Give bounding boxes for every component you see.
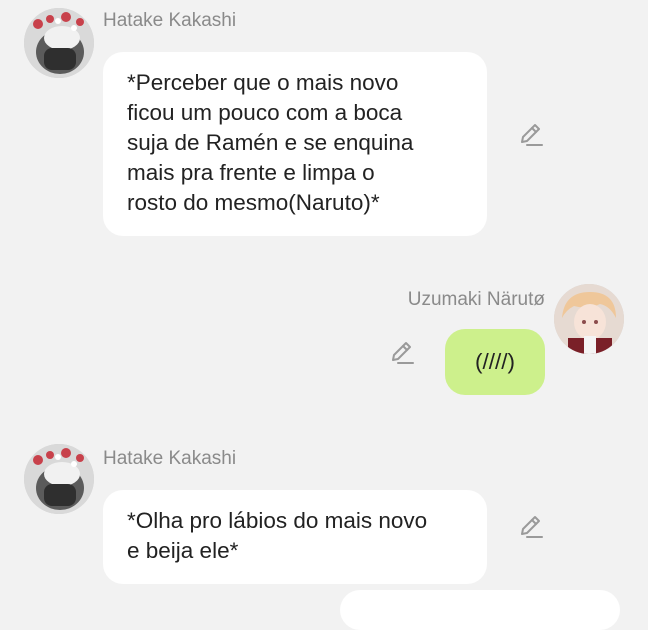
edit-icon[interactable] xyxy=(516,120,546,150)
sender-name: Hatake Kakashi xyxy=(103,448,237,469)
next-message-bubble xyxy=(340,590,620,630)
message-bubble[interactable]: *Perceber que o mais novo ficou um pouco… xyxy=(103,52,487,236)
edit-icon[interactable] xyxy=(387,338,417,368)
avatar[interactable] xyxy=(554,284,624,354)
message-bubble[interactable]: *Olha pro lábios do mais novo e beija el… xyxy=(103,490,487,584)
avatar[interactable] xyxy=(24,8,94,78)
message-bubble[interactable]: (////) xyxy=(445,329,545,395)
avatar[interactable] xyxy=(24,444,94,514)
edit-icon[interactable] xyxy=(516,512,546,542)
sender-name: Uzumaki Närutø xyxy=(407,289,545,310)
sender-name: Hatake Kakashi xyxy=(103,10,237,31)
